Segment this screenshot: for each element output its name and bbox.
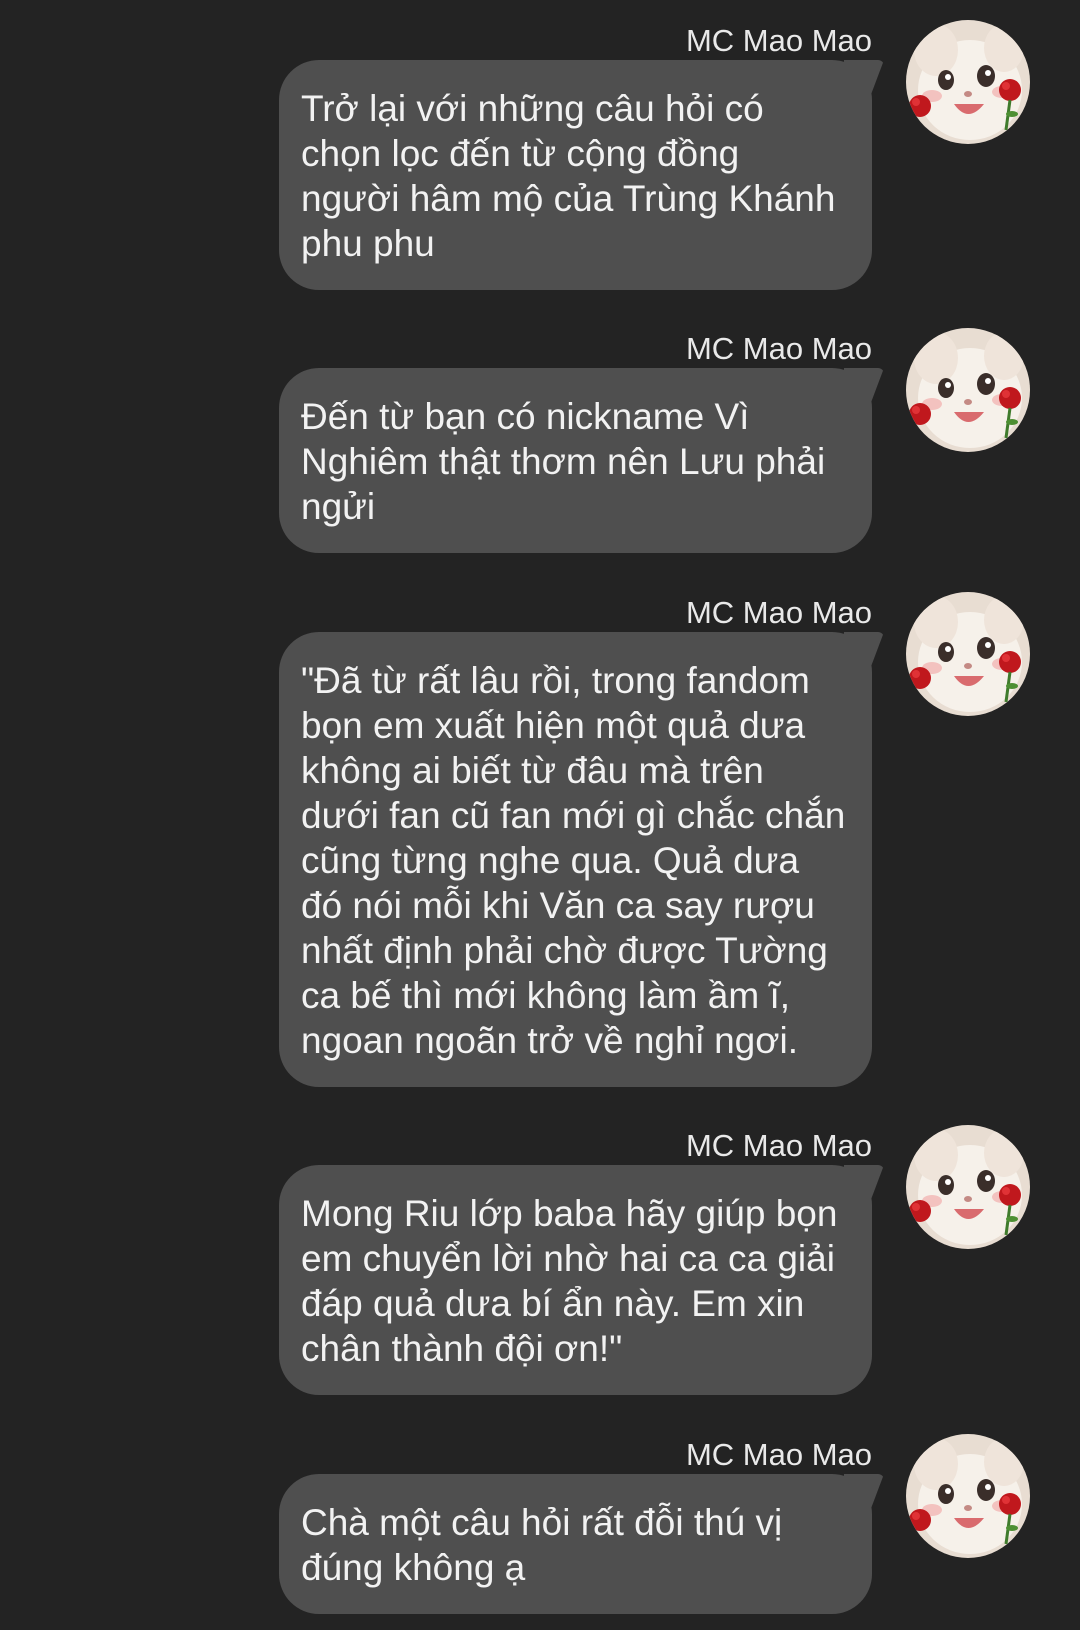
message-bubble[interactable]: "Đã từ rất lâu rồi, trong fandom bọn em …: [279, 632, 884, 1087]
message-bubble[interactable]: Mong Riu lớp baba hãy giúp bọn em chuyển…: [279, 1165, 884, 1395]
sender-name: MC Mao Mao: [685, 1128, 872, 1163]
sender-name: MC Mao Mao: [685, 23, 872, 58]
white-cat-with-roses-icon[interactable]: [906, 328, 1030, 452]
message-text: Chà một câu hỏi rất đỗi thú vị đúng khôn…: [301, 1502, 783, 1588]
message-text: Trở lại với những câu hỏi có chọn lọc đế…: [301, 88, 836, 264]
sender-name: MC Mao Mao: [685, 331, 872, 366]
message-text: "Đã từ rất lâu rồi, trong fandom bọn em …: [301, 660, 846, 1061]
message-text: Đến từ bạn có nickname Vì Nghiêm thật th…: [301, 396, 826, 527]
message-bubble[interactable]: Đến từ bạn có nickname Vì Nghiêm thật th…: [279, 368, 884, 553]
message-text: Mong Riu lớp baba hãy giúp bọn em chuyển…: [301, 1193, 838, 1369]
sender-name: MC Mao Mao: [685, 1437, 872, 1472]
white-cat-with-roses-icon[interactable]: [906, 1125, 1030, 1249]
white-cat-with-roses-icon[interactable]: [906, 20, 1030, 144]
message-bubble[interactable]: Trở lại với những câu hỏi có chọn lọc đế…: [279, 60, 884, 290]
white-cat-with-roses-icon[interactable]: [906, 592, 1030, 716]
message-bubble[interactable]: Chà một câu hỏi rất đỗi thú vị đúng khôn…: [279, 1474, 884, 1614]
sender-name: MC Mao Mao: [685, 595, 872, 630]
white-cat-with-roses-icon[interactable]: [906, 1434, 1030, 1558]
